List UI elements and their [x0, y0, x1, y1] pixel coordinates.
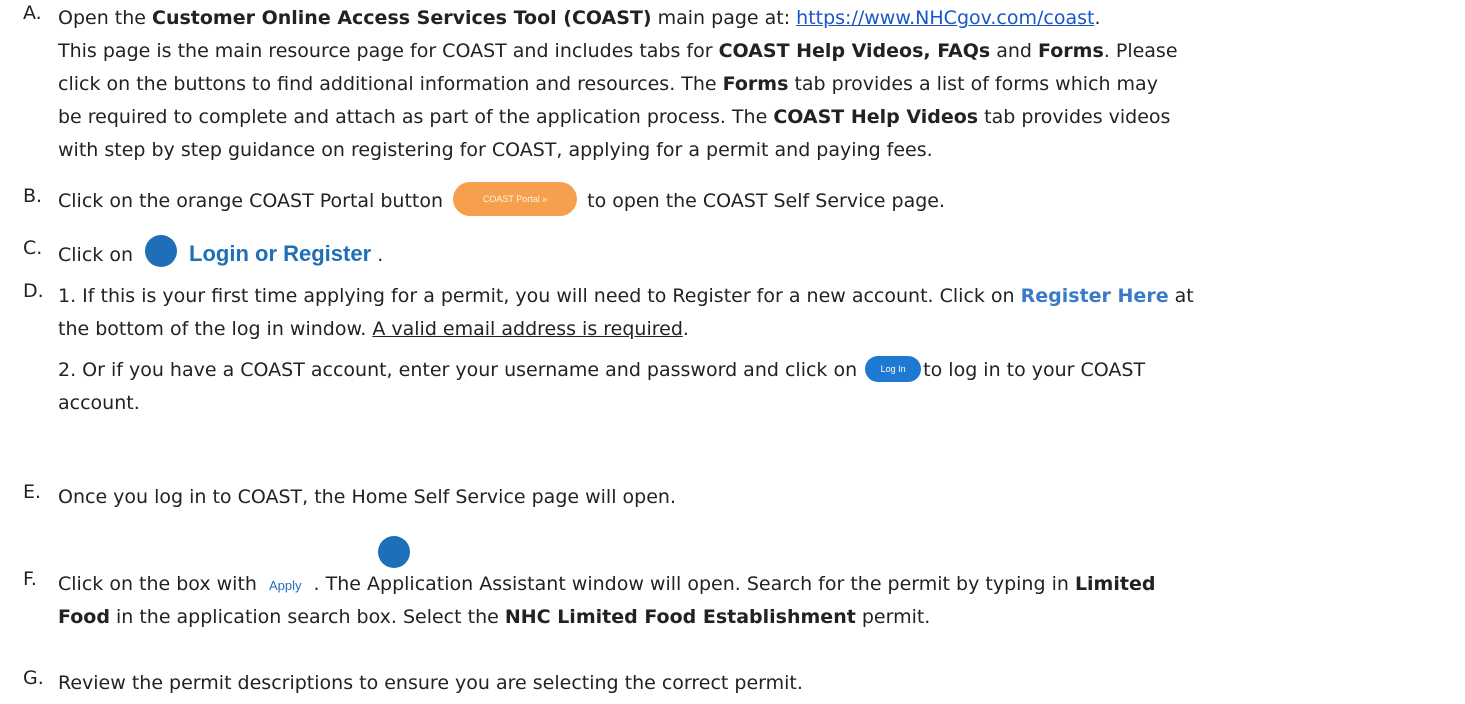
users-icon	[145, 234, 178, 267]
log-in-button[interactable]: Log In	[865, 355, 922, 382]
step-d-letter: D.	[23, 280, 44, 302]
clipboard-check-icon	[378, 536, 410, 568]
coast-url-link[interactable]: https://www.NHCgov.com/coast	[796, 7, 1094, 29]
step-f-letter: F.	[23, 568, 37, 590]
step-a-letter: A.	[23, 2, 42, 24]
instruction-document: A. Open the Customer Online Access Servi…	[0, 0, 1465, 704]
coast-portal-button[interactable]: COAST Portal »	[453, 181, 578, 216]
step-g-letter: G.	[23, 667, 44, 689]
step-a-line-3: click on the buttons to find additional …	[58, 73, 1158, 95]
step-c-letter: C.	[23, 237, 43, 259]
step-e-letter: E.	[23, 481, 42, 503]
step-b-letter: B.	[23, 185, 43, 207]
register-here-link[interactable]: Register Here	[1021, 285, 1169, 307]
step-a-line-5: with step by step guidance on registerin…	[58, 139, 933, 161]
step-a-line-1: Open the Customer Online Access Services…	[58, 7, 1101, 29]
step-a-line-2: This page is the main resource page for …	[58, 40, 1178, 62]
step-a-line-4: be required to complete and attach as pa…	[58, 106, 1171, 128]
apply-label[interactable]: Apply	[269, 578, 302, 593]
login-or-register-link[interactable]: Login or Register	[189, 237, 371, 270]
